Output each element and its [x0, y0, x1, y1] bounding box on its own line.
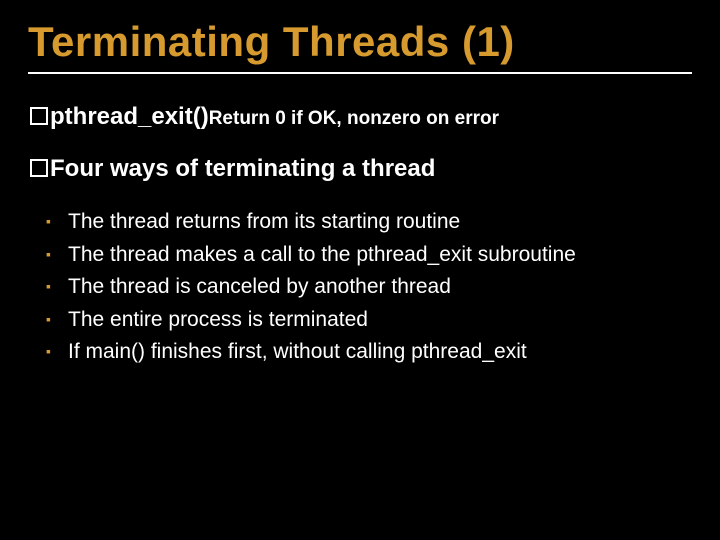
list-item: The thread makes a call to the pthread_e…	[68, 239, 692, 272]
list-item: If main() finishes first, without callin…	[68, 336, 692, 369]
list-item: The entire process is terminated	[68, 304, 692, 337]
title-rule	[28, 72, 692, 74]
checkbox-icon	[30, 107, 48, 125]
line-four-ways: Four ways of terminating a thread	[30, 154, 690, 184]
list-item: The thread is canceled by another thread	[68, 271, 692, 304]
return-spec: Return 0 if OK, nonzero on error	[209, 108, 499, 129]
function-name: pthread_exit()	[50, 103, 209, 130]
slide-title: Terminating Threads (1)	[28, 18, 692, 66]
list-item: The thread returns from its starting rou…	[68, 206, 692, 239]
checkbox-icon	[30, 159, 48, 177]
subheading-text: Four ways of terminating a thread	[50, 155, 435, 182]
slide: Terminating Threads (1) pthread_exit()Re…	[0, 0, 720, 540]
bullet-list: The thread returns from its starting rou…	[28, 206, 692, 369]
line-pthread-exit: pthread_exit()Return 0 if OK, nonzero on…	[30, 102, 690, 132]
